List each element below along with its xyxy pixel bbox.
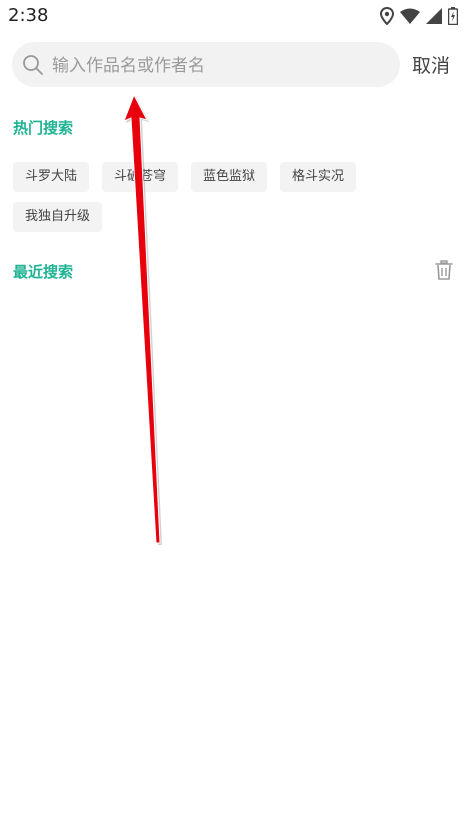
annotation-arrow [123, 93, 162, 545]
